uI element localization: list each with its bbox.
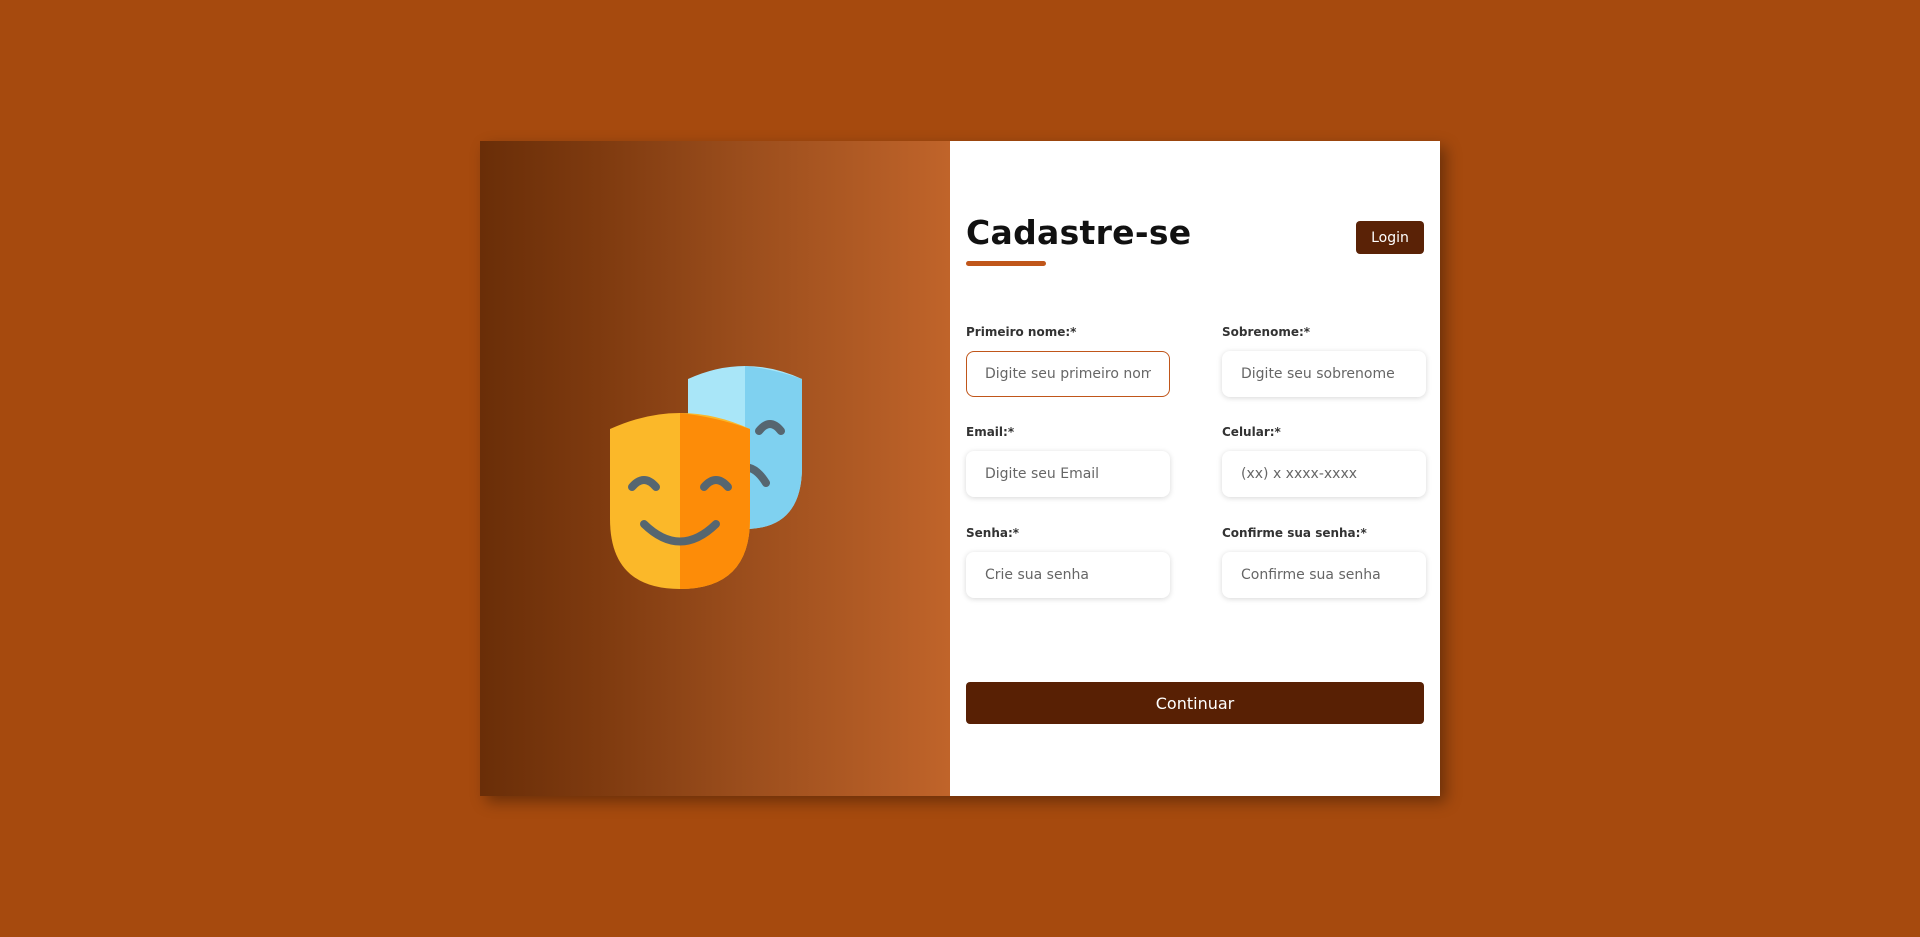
first-name-label: Primeiro nome:* — [966, 325, 1077, 339]
email-group: Email:* — [966, 425, 1170, 497]
illustration-panel — [480, 141, 950, 796]
phone-group: Celular:* — [1222, 425, 1426, 497]
confirm-password-group: Confirme sua senha:* — [1222, 526, 1426, 598]
confirm-password-label: Confirme sua senha:* — [1222, 526, 1367, 540]
login-button[interactable]: Login — [1356, 221, 1424, 254]
email-label: Email:* — [966, 425, 1015, 439]
password-group: Senha:* — [966, 526, 1170, 598]
page-title: Cadastre-se — [966, 213, 1192, 252]
title-underline — [966, 261, 1046, 266]
theater-masks-icon — [610, 366, 802, 589]
last-name-input[interactable] — [1222, 351, 1426, 397]
phone-label: Celular:* — [1222, 425, 1281, 439]
password-label: Senha:* — [966, 526, 1020, 540]
confirm-password-input[interactable] — [1222, 552, 1426, 598]
continue-button[interactable]: Continuar — [966, 682, 1424, 724]
phone-input[interactable] — [1222, 451, 1426, 497]
first-name-group: Primeiro nome:* — [966, 325, 1170, 397]
first-name-input[interactable] — [966, 351, 1170, 397]
form-panel: Cadastre-se Login Primeiro nome:* Sobren… — [950, 141, 1440, 796]
last-name-label: Sobrenome:* — [1222, 325, 1311, 339]
email-input[interactable] — [966, 451, 1170, 497]
last-name-group: Sobrenome:* — [1222, 325, 1426, 397]
password-input[interactable] — [966, 552, 1170, 598]
signup-card: Cadastre-se Login Primeiro nome:* Sobren… — [480, 141, 1440, 796]
